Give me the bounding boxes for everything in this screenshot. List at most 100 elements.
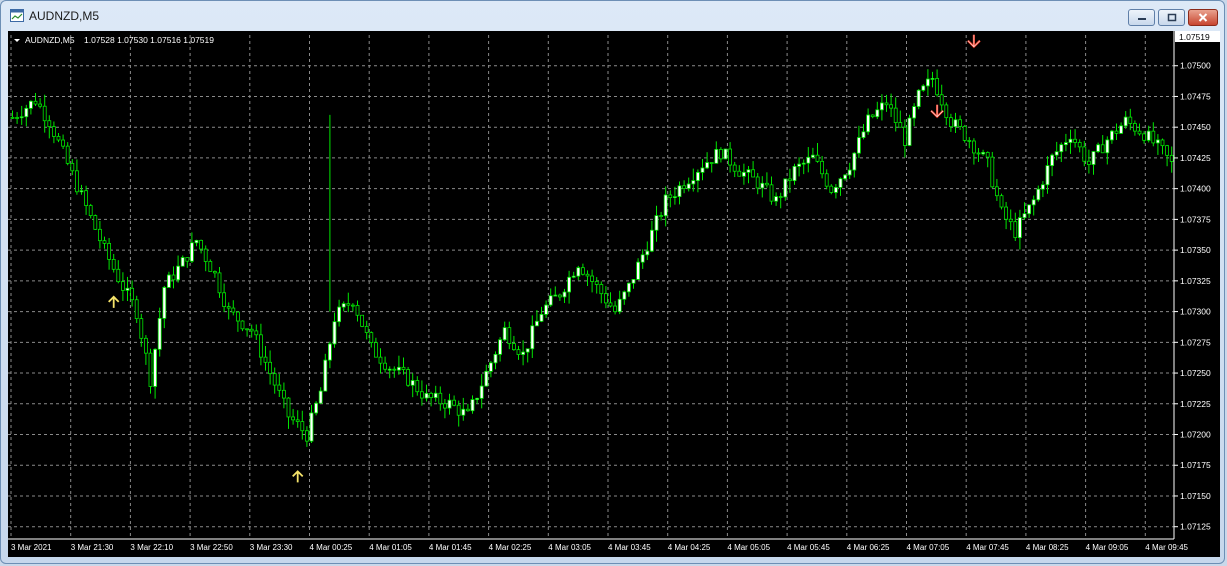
candle: [949, 113, 953, 132]
candle: [203, 245, 208, 272]
maximize-button[interactable]: [1158, 9, 1185, 26]
candle: [286, 397, 291, 429]
candle: [392, 366, 397, 378]
candle: [852, 152, 857, 178]
candle: [594, 277, 599, 294]
candle: [990, 151, 995, 189]
time-tick-label: 4 Mar 03:05: [548, 543, 591, 552]
candle: [249, 324, 254, 338]
time-tick-label: 4 Mar 00:25: [310, 543, 353, 552]
candle: [1105, 136, 1110, 165]
candle: [815, 142, 820, 163]
triangle-down-icon: [14, 39, 20, 42]
candle: [677, 181, 682, 205]
candle: [70, 159, 75, 176]
candle: [199, 239, 204, 254]
candle: [1096, 142, 1100, 154]
candle: [1151, 122, 1156, 147]
candle: [1013, 212, 1018, 241]
candle: [935, 69, 939, 97]
candle: [350, 303, 355, 312]
candle: [433, 385, 438, 402]
candle: [208, 259, 213, 272]
time-tick-label: 4 Mar 07:05: [907, 543, 950, 552]
candle: [217, 267, 222, 298]
candle: [604, 286, 608, 309]
candle: [452, 395, 457, 407]
candle: [581, 263, 585, 276]
candle: [111, 254, 116, 273]
candle: [387, 366, 392, 379]
close-button[interactable]: [1188, 9, 1218, 26]
candle: [470, 395, 475, 414]
candle: [820, 155, 824, 179]
candle: [728, 142, 732, 173]
maximize-icon: [1167, 13, 1176, 22]
candle: [153, 348, 158, 399]
candle: [571, 271, 576, 279]
candle: [962, 124, 967, 143]
candle: [222, 283, 227, 313]
candle: [1110, 129, 1114, 144]
candle: [1133, 120, 1137, 136]
minimize-button[interactable]: [1128, 9, 1155, 26]
candle: [903, 119, 907, 158]
candle: [889, 93, 893, 117]
candle: [231, 300, 236, 316]
candle: [424, 384, 429, 402]
price-tick-label: 1.07125: [1180, 522, 1211, 532]
candle: [967, 137, 972, 149]
candle: [194, 239, 199, 247]
candle: [930, 71, 935, 88]
time-tick-label: 3 Mar 23:30: [250, 543, 293, 552]
candle: [341, 301, 346, 312]
candle: [93, 214, 98, 230]
chart-ohlc-values: 1.07528 1.07530 1.07516 1.07519: [84, 35, 214, 45]
candle: [622, 290, 627, 305]
candle: [811, 147, 815, 158]
candle: [1064, 133, 1068, 152]
candle: [314, 401, 319, 416]
candle: [870, 114, 875, 119]
title-bar[interactable]: AUDNZD,M5: [1, 1, 1224, 31]
candle: [1146, 125, 1151, 143]
time-tick-label: 4 Mar 09:05: [1086, 543, 1129, 552]
candle: [162, 285, 167, 329]
candle: [1073, 129, 1077, 148]
candlestick-chart[interactable]: 3 Mar 2021 3 Mar 21:30 3 Mar 22:10 3 Mar 22…: [8, 31, 1220, 557]
candle: [442, 398, 447, 419]
candle: [415, 376, 420, 396]
candle: [346, 292, 351, 313]
candle: [176, 255, 181, 283]
candle: [272, 367, 277, 394]
candle: [972, 138, 976, 165]
candle: [732, 161, 737, 178]
candle: [1100, 135, 1105, 154]
candle: [645, 241, 650, 261]
candle: [475, 397, 480, 404]
candle: [631, 279, 636, 289]
candle: [1068, 129, 1073, 154]
candle: [1123, 111, 1128, 129]
price-tick-label: 1.07150: [1180, 491, 1211, 501]
candle: [235, 311, 240, 332]
candle: [705, 152, 709, 170]
candle: [1156, 134, 1160, 155]
minimize-icon: [1137, 17, 1146, 20]
candle: [774, 192, 778, 206]
candle: [355, 300, 360, 322]
time-tick-label: 4 Mar 02:25: [489, 543, 532, 552]
price-tick-label: 1.07175: [1180, 460, 1211, 470]
candle: [636, 258, 640, 280]
candle: [995, 178, 999, 201]
candle: [107, 238, 111, 270]
candle: [608, 292, 613, 308]
candle: [769, 176, 774, 205]
candle: [939, 84, 944, 114]
candle: [760, 176, 765, 198]
candle: [553, 286, 558, 297]
price-tick-label: 1.07225: [1180, 399, 1211, 409]
chart-area[interactable]: 3 Mar 2021 3 Mar 21:30 3 Mar 22:10 3 Mar 22…: [8, 31, 1220, 557]
candle: [1027, 204, 1031, 218]
candle: [498, 337, 503, 362]
